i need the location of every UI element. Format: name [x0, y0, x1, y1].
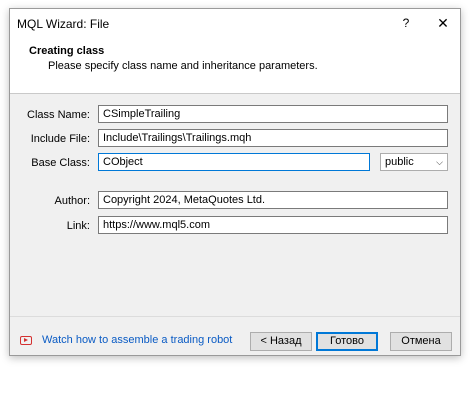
- include-file-input[interactable]: Include\Trailings\Trailings.mqh: [98, 129, 448, 147]
- finish-button[interactable]: Готово: [316, 332, 378, 351]
- author-input[interactable]: Copyright 2024, MetaQuotes Ltd.: [98, 191, 448, 209]
- help-icon[interactable]: ?: [394, 13, 418, 33]
- page-title: Creating class: [29, 45, 105, 57]
- wizard-header: Creating class Please specify class name…: [10, 38, 460, 94]
- youtube-play-icon[interactable]: [20, 336, 32, 345]
- include-file-label: Include File:: [30, 133, 90, 145]
- page-subtitle: Please specify class name and inheritanc…: [48, 60, 318, 72]
- footer-divider: [10, 316, 460, 317]
- cancel-button[interactable]: Отмена: [390, 332, 452, 351]
- chevron-down-icon: ⌵: [436, 157, 443, 167]
- window-title: MQL Wizard: File: [17, 17, 110, 31]
- title-bar: MQL Wizard: File ? ✕: [10, 9, 460, 38]
- link-label: Link:: [66, 220, 90, 232]
- back-button[interactable]: < Назад: [250, 332, 312, 351]
- class-name-label: Class Name:: [27, 109, 90, 121]
- watch-video-link[interactable]: Watch how to assemble a trading robot: [42, 334, 232, 346]
- close-icon[interactable]: ✕: [430, 12, 456, 34]
- class-name-input[interactable]: CSimpleTrailing: [98, 105, 448, 123]
- access-select-value: public: [385, 156, 414, 168]
- access-select[interactable]: public ⌵: [380, 153, 448, 171]
- wizard-dialog: MQL Wizard: File ? ✕ Creating class Plea…: [9, 8, 461, 356]
- base-class-input[interactable]: CObject: [98, 153, 370, 171]
- author-label: Author:: [54, 195, 90, 207]
- base-class-label: Base Class:: [31, 157, 90, 169]
- link-input[interactable]: https://www.mql5.com: [98, 216, 448, 234]
